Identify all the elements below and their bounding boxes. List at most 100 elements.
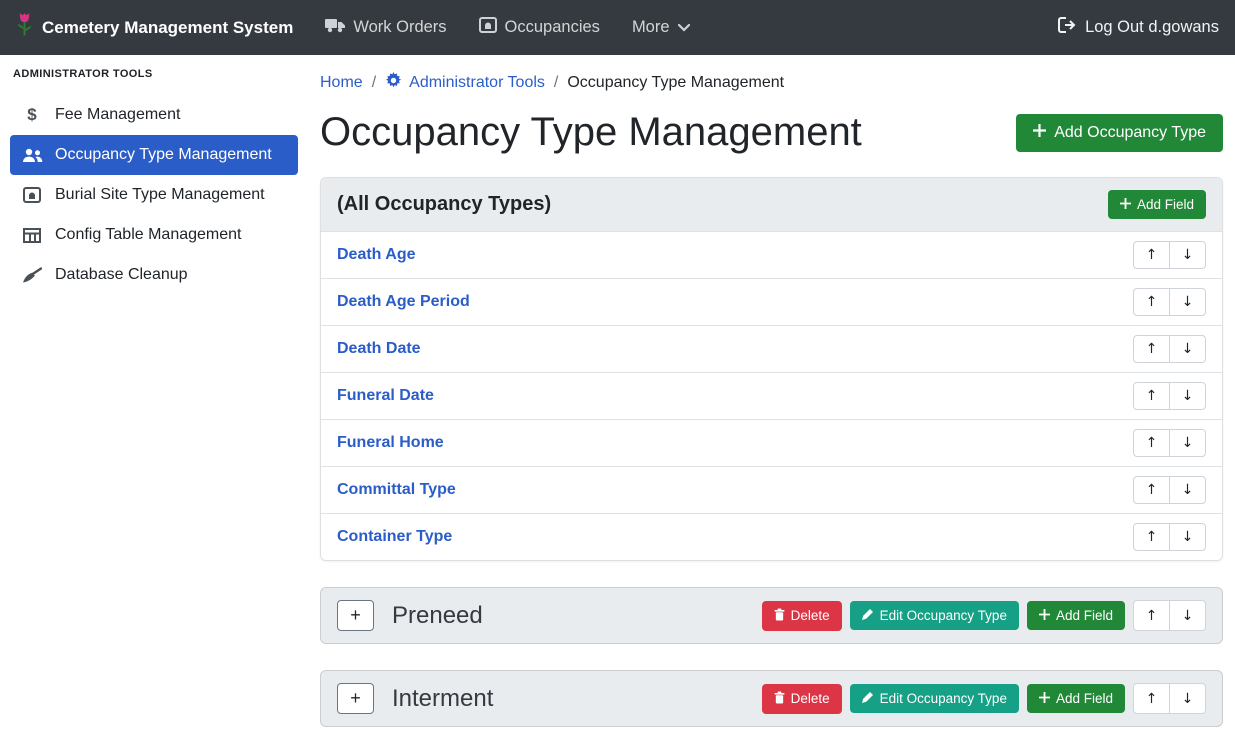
sidebar-item-label: Occupancy Type Management <box>55 146 272 164</box>
add-field-button[interactable]: Add Field <box>1027 601 1125 630</box>
edit-occupancy-type-button[interactable]: Edit Occupancy Type <box>850 684 1019 713</box>
expand-button[interactable]: + <box>337 683 374 714</box>
dollar-icon: $ <box>19 105 45 125</box>
add-occupancy-type-button[interactable]: Add Occupancy Type <box>1016 114 1223 152</box>
move-down-button[interactable]: ↓ <box>1169 241 1206 269</box>
move-up-button[interactable]: ↑ <box>1133 382 1170 410</box>
move-down-button[interactable]: ↓ <box>1169 429 1206 457</box>
sidebar-item-label: Fee Management <box>55 106 180 124</box>
tulip-logo-icon <box>16 11 33 44</box>
section-title: Preneed <box>392 602 483 630</box>
sidebar-item-label: Database Cleanup <box>55 266 188 284</box>
breadcrumb-admin-tools-label: Administrator Tools <box>409 74 545 92</box>
add-field-label: Add Field <box>1056 691 1113 706</box>
section-title: Interment <box>392 685 493 713</box>
reorder-group: ↑ ↓ <box>1133 335 1206 363</box>
field-link[interactable]: Death Date <box>337 340 421 358</box>
field-link[interactable]: Death Age <box>337 246 416 264</box>
nav-item-more[interactable]: More <box>632 18 690 37</box>
pencil-icon <box>862 608 874 623</box>
move-up-button[interactable]: ↑ <box>1133 523 1170 551</box>
breadcrumb-current: Occupancy Type Management <box>567 74 784 92</box>
sidebar-heading: ADMINISTRATOR TOOLS <box>0 68 308 95</box>
move-down-button[interactable]: ↓ <box>1169 600 1206 631</box>
field-row: Death Age Period ↑ ↓ <box>321 279 1222 326</box>
add-field-button[interactable]: Add Field <box>1027 684 1125 713</box>
move-up-button[interactable]: ↑ <box>1133 335 1170 363</box>
card-title: (All Occupancy Types) <box>337 193 551 216</box>
expand-button[interactable]: + <box>337 600 374 631</box>
move-down-button[interactable]: ↓ <box>1169 683 1206 714</box>
main-content: Home / Administrator Tools / Occupancy T… <box>308 55 1235 738</box>
add-field-button[interactable]: Add Field <box>1108 190 1206 219</box>
nav-item-occupancies[interactable]: Occupancies <box>479 17 600 38</box>
top-navbar: Cemetery Management System Work Orders <box>0 0 1235 55</box>
reorder-group: ↑ ↓ <box>1133 476 1206 504</box>
logout-button[interactable]: Log Out d.gowans <box>1058 17 1219 38</box>
edit-label: Edit Occupancy Type <box>880 608 1007 623</box>
add-field-label: Add Field <box>1056 608 1113 623</box>
plus-icon <box>1039 608 1050 623</box>
card-header: (All Occupancy Types) Add Field <box>321 178 1222 232</box>
sidebar-item-config-table-management[interactable]: Config Table Management <box>10 215 298 255</box>
move-down-button[interactable]: ↓ <box>1169 476 1206 504</box>
field-link[interactable]: Death Age Period <box>337 293 470 311</box>
move-down-button[interactable]: ↓ <box>1169 335 1206 363</box>
reorder-group: ↑ ↓ <box>1133 382 1206 410</box>
logout-icon <box>1058 17 1077 38</box>
plus-icon <box>1039 691 1050 706</box>
table-icon <box>19 228 45 243</box>
field-row: Committal Type ↑ ↓ <box>321 467 1222 514</box>
field-row: Death Date ↑ ↓ <box>321 326 1222 373</box>
breadcrumb: Home / Administrator Tools / Occupancy T… <box>320 72 1223 94</box>
reorder-group: ↑ ↓ <box>1133 288 1206 316</box>
move-down-button[interactable]: ↓ <box>1169 382 1206 410</box>
occupancy-type-section-preneed: + Preneed Delete <box>320 587 1223 644</box>
reorder-group: ↑ ↓ <box>1133 600 1206 631</box>
brand[interactable]: Cemetery Management System <box>16 11 293 44</box>
field-link[interactable]: Container Type <box>337 528 452 546</box>
truck-icon <box>325 17 345 38</box>
field-link[interactable]: Committal Type <box>337 481 456 499</box>
field-row: Container Type ↑ ↓ <box>321 514 1222 560</box>
field-link[interactable]: Funeral Home <box>337 434 444 452</box>
move-up-button[interactable]: ↑ <box>1133 476 1170 504</box>
nav-item-work-orders[interactable]: Work Orders <box>325 17 446 38</box>
sidebar-item-database-cleanup[interactable]: Database Cleanup <box>10 255 298 295</box>
delete-label: Delete <box>791 691 830 706</box>
field-row: Death Age ↑ ↓ <box>321 232 1222 279</box>
field-link[interactable]: Funeral Date <box>337 387 434 405</box>
nav-item-label: Occupancies <box>505 18 600 37</box>
sidebar-item-burial-site-type-management[interactable]: Burial Site Type Management <box>10 175 298 215</box>
occupancy-type-section-interment: + Interment Delete <box>320 670 1223 727</box>
add-occupancy-type-label: Add Occupancy Type <box>1054 124 1206 142</box>
nav-item-label: Work Orders <box>353 18 446 37</box>
page-title: Occupancy Type Management <box>320 110 862 155</box>
sidebar-item-label: Config Table Management <box>55 226 242 244</box>
breadcrumb-home-link[interactable]: Home <box>320 74 363 92</box>
all-occupancy-types-card: (All Occupancy Types) Add Field Death Ag… <box>320 177 1223 561</box>
move-up-button[interactable]: ↑ <box>1133 288 1170 316</box>
reorder-group: ↑ ↓ <box>1133 523 1206 551</box>
breadcrumb-admin-tools-link[interactable]: Administrator Tools <box>385 72 545 94</box>
sidebar-item-fee-management[interactable]: $ Fee Management <box>10 95 298 135</box>
move-down-button[interactable]: ↓ <box>1169 288 1206 316</box>
move-up-button[interactable]: ↑ <box>1133 429 1170 457</box>
reorder-group: ↑ ↓ <box>1133 683 1206 714</box>
field-row: Funeral Date ↑ ↓ <box>321 373 1222 420</box>
delete-button[interactable]: Delete <box>762 684 842 714</box>
move-down-button[interactable]: ↓ <box>1169 523 1206 551</box>
plot-frame-icon <box>479 17 497 38</box>
plus-icon <box>1033 124 1046 142</box>
reorder-group: ↑ ↓ <box>1133 241 1206 269</box>
move-up-button[interactable]: ↑ <box>1133 241 1170 269</box>
users-icon <box>19 148 45 163</box>
admin-sidebar: ADMINISTRATOR TOOLS $ Fee Management Occ… <box>0 55 308 738</box>
move-up-button[interactable]: ↑ <box>1133 600 1170 631</box>
sidebar-item-occupancy-type-management[interactable]: Occupancy Type Management <box>10 135 298 175</box>
move-up-button[interactable]: ↑ <box>1133 683 1170 714</box>
delete-button[interactable]: Delete <box>762 601 842 631</box>
chevron-down-icon <box>678 18 690 37</box>
pencil-icon <box>862 691 874 706</box>
edit-occupancy-type-button[interactable]: Edit Occupancy Type <box>850 601 1019 630</box>
